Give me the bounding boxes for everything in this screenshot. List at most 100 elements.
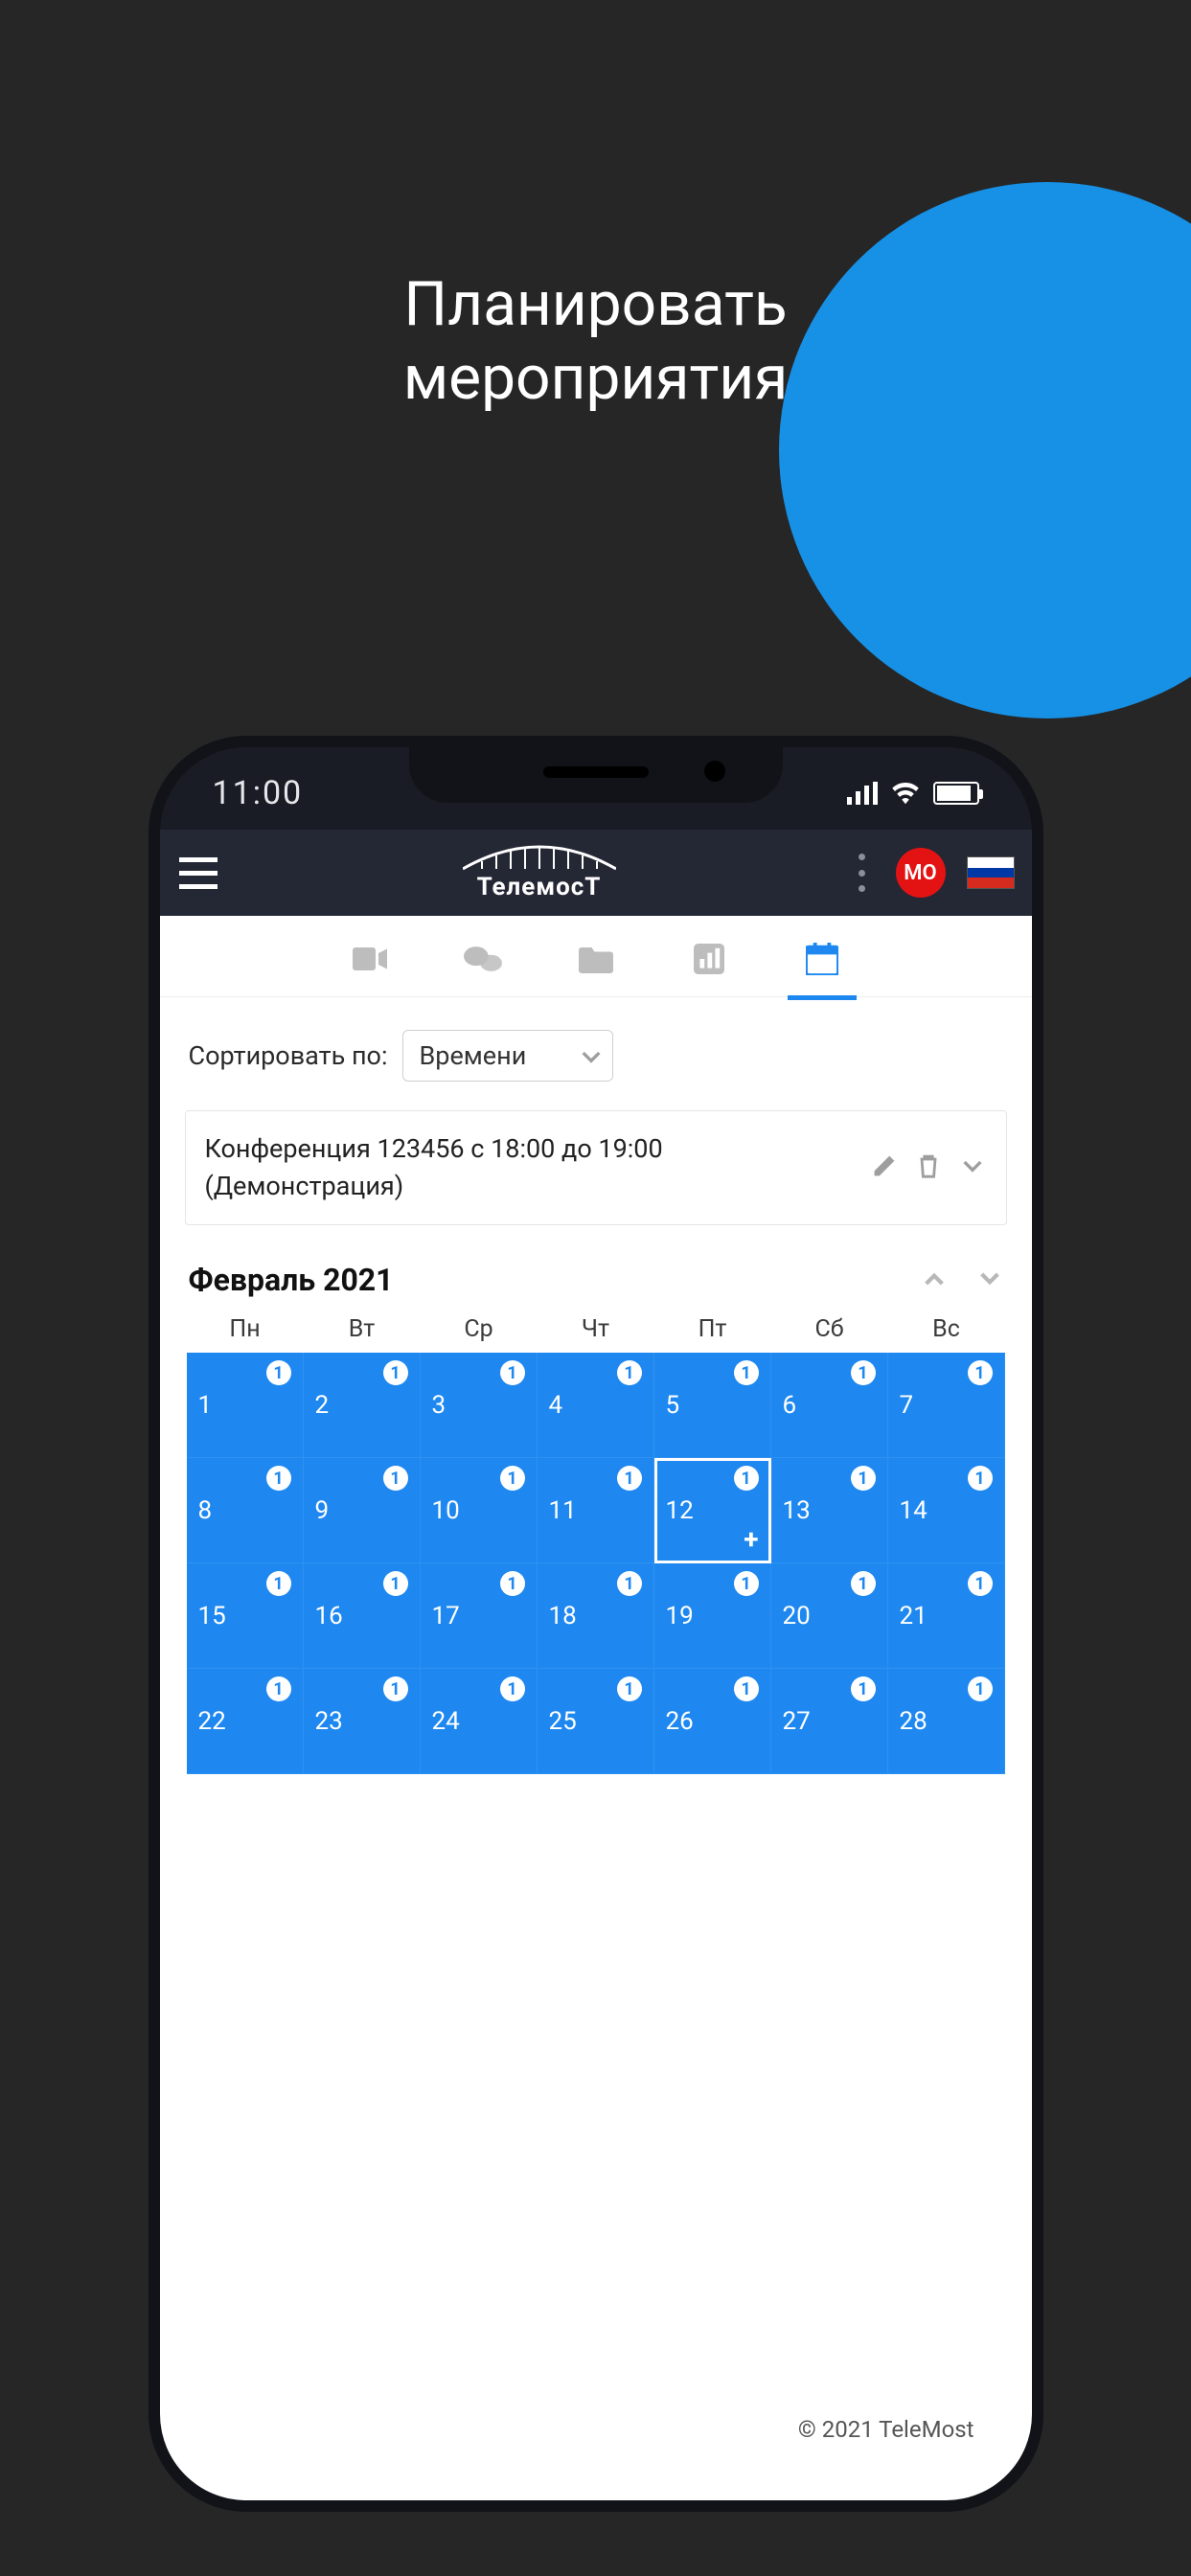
day-badge: 1	[851, 1360, 876, 1385]
day-number: 15	[198, 1602, 226, 1630]
day-badge: 1	[500, 1676, 525, 1701]
day-number: 1	[198, 1391, 213, 1420]
day-badge: 1	[500, 1466, 525, 1491]
calendar-day[interactable]: 121+	[654, 1458, 771, 1563]
day-number: 9	[315, 1496, 330, 1525]
chat-icon	[464, 945, 502, 973]
day-number: 8	[198, 1496, 213, 1525]
day-number: 12	[666, 1496, 694, 1525]
wifi-icon	[891, 782, 920, 805]
calendar-day[interactable]: 31	[421, 1353, 538, 1458]
dow-label: Чт	[538, 1315, 654, 1343]
calendar-day[interactable]: 251	[538, 1669, 654, 1774]
tab-chat[interactable]	[454, 930, 512, 988]
calendar-day[interactable]: 221	[187, 1669, 304, 1774]
page-title-line2: мероприятия	[0, 342, 1191, 416]
month-prev-button[interactable]	[921, 1266, 948, 1293]
sort-select[interactable]: Времени	[402, 1030, 613, 1082]
calendar-day[interactable]: 21 1	[888, 1563, 1005, 1669]
video-icon	[353, 946, 387, 971]
dow-label: Ср	[421, 1315, 538, 1343]
event-card-actions	[870, 1153, 987, 1182]
day-badge: 1	[851, 1676, 876, 1701]
day-badge: 1	[734, 1571, 759, 1596]
day-number: 17	[432, 1602, 460, 1630]
chevron-up-icon	[925, 1271, 944, 1289]
app-header: ТелемосТ МО	[160, 830, 1032, 916]
calendar-day[interactable]: 201	[771, 1563, 888, 1669]
day-badge: 1	[851, 1571, 876, 1596]
day-badge: 1	[266, 1360, 291, 1385]
calendar-day[interactable]: 91	[304, 1458, 421, 1563]
day-number: 24	[432, 1707, 460, 1736]
menu-button[interactable]	[168, 842, 229, 903]
dow-label: Пн	[187, 1315, 304, 1343]
day-number: 11	[549, 1496, 577, 1525]
calendar-day[interactable]: 191	[654, 1563, 771, 1669]
day-badge: 1	[734, 1676, 759, 1701]
calendar-day[interactable]: 21	[304, 1353, 421, 1458]
calendar-day[interactable]: 81	[187, 1458, 304, 1563]
calendar-day[interactable]: 101	[421, 1458, 538, 1563]
day-number: 21	[900, 1602, 928, 1630]
tab-calendar[interactable]	[793, 930, 851, 988]
dow-row: ПнВтСрЧтПтСбВс	[187, 1310, 1005, 1353]
dow-label: Вс	[888, 1315, 1005, 1343]
trash-icon	[917, 1152, 940, 1183]
plus-icon: +	[744, 1523, 758, 1555]
page-title: Планировать мероприятия	[0, 268, 1191, 416]
calendar-day[interactable]: 271	[771, 1669, 888, 1774]
page-title-line1: Планировать	[403, 268, 787, 340]
calendar-day[interactable]: 161	[304, 1563, 421, 1669]
calendar-grid: 112131415161718191101111121+131141151161…	[187, 1353, 1005, 1774]
footer-copyright: © 2021 TeleMost	[798, 2416, 974, 2443]
pencil-icon	[872, 1153, 897, 1182]
day-number: 3	[432, 1391, 447, 1420]
day-number: 4	[549, 1391, 563, 1420]
calendar-day[interactable]: 71	[888, 1353, 1005, 1458]
avatar[interactable]: МО	[896, 848, 946, 898]
tab-stats[interactable]	[680, 930, 738, 988]
calendar-day[interactable]: 15 1	[187, 1563, 304, 1669]
day-number: 16	[315, 1602, 343, 1630]
edit-button[interactable]	[870, 1153, 899, 1182]
tab-video[interactable]	[341, 930, 399, 988]
day-number: 22	[198, 1707, 226, 1736]
phone-frame: 11:00	[160, 747, 1032, 2500]
day-number: 6	[783, 1391, 797, 1420]
tab-files[interactable]	[567, 930, 625, 988]
day-badge: 1	[266, 1571, 291, 1596]
day-badge: 1	[383, 1360, 408, 1385]
calendar-day[interactable]: 281	[888, 1669, 1005, 1774]
calendar-day[interactable]: 261	[654, 1669, 771, 1774]
expand-button[interactable]	[958, 1153, 987, 1182]
calendar-day[interactable]: 111	[538, 1458, 654, 1563]
calendar-day[interactable]: 11	[187, 1353, 304, 1458]
day-number: 18	[549, 1602, 577, 1630]
day-number: 25	[549, 1707, 577, 1736]
calendar-day[interactable]: 51	[654, 1353, 771, 1458]
calendar-day[interactable]: 18 1	[538, 1563, 654, 1669]
calendar-icon	[806, 943, 838, 975]
day-badge: 1	[851, 1466, 876, 1491]
calendar-day[interactable]: 24 1	[421, 1669, 538, 1774]
month-next-button[interactable]	[976, 1266, 1003, 1293]
day-badge: 1	[968, 1360, 993, 1385]
brand-logo[interactable]: ТелемосТ	[237, 844, 842, 901]
calendar-day[interactable]: 61	[771, 1353, 888, 1458]
calendar-day[interactable]: 131	[771, 1458, 888, 1563]
sort-row: Сортировать по: Времени	[160, 997, 1032, 1091]
calendar-day[interactable]: 41	[538, 1353, 654, 1458]
delete-button[interactable]	[914, 1153, 943, 1182]
language-flag[interactable]	[967, 856, 1015, 889]
day-number: 5	[666, 1391, 680, 1420]
status-time: 11:00	[213, 774, 304, 812]
day-badge: 1	[617, 1571, 642, 1596]
more-button[interactable]	[850, 854, 875, 892]
calendar-day[interactable]: 171	[421, 1563, 538, 1669]
event-card[interactable]: Конференция 123456 с 18:00 до 19:00 (Дем…	[185, 1110, 1007, 1225]
chevron-down-icon	[963, 1159, 982, 1177]
day-badge: 1	[968, 1571, 993, 1596]
calendar-day[interactable]: 231	[304, 1669, 421, 1774]
calendar-day[interactable]: 141	[888, 1458, 1005, 1563]
